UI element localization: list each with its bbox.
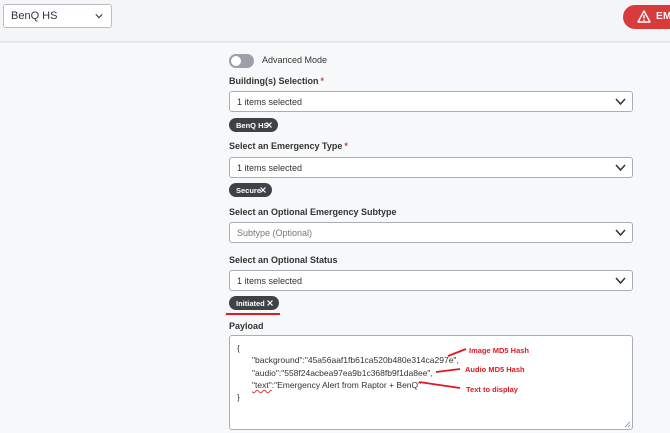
annotation-underline (226, 313, 280, 315)
toggle-knob (231, 56, 241, 66)
warning-triangle-icon (637, 10, 651, 23)
close-icon[interactable] (266, 299, 274, 307)
emergency-type-select[interactable]: 1 items selected (229, 157, 633, 178)
chevron-down-icon (615, 98, 626, 106)
payload-line: { (237, 343, 240, 353)
chevron-down-icon (615, 164, 626, 172)
resize-grip-icon[interactable] (623, 420, 631, 428)
annotation-image-hash: Image MD5 Hash (469, 346, 530, 355)
subtype-select[interactable]: Subtype (Optional) (229, 222, 633, 243)
top-bar: BenQ HS EMI (0, 0, 670, 42)
emergency-button[interactable]: EMI (623, 5, 670, 29)
chip-building: BenQ HS (229, 118, 278, 132)
site-select-value: BenQ HS (11, 10, 58, 22)
payload-textarea[interactable]: { "background":"45a56aaf1fb61ca520b480e3… (229, 335, 633, 430)
buildings-select-value: 1 items selected (237, 97, 303, 107)
site-select[interactable]: BenQ HS (3, 4, 112, 28)
required-mark: * (320, 76, 325, 86)
chevron-down-icon (615, 277, 626, 285)
buildings-select[interactable]: 1 items selected (229, 91, 633, 112)
payload-line: "background":"45a56aaf1fb61ca520b480e314… (252, 355, 459, 365)
chip-emergency-type: Secure (229, 183, 272, 197)
chip-status: Initiated (229, 296, 279, 310)
chevron-down-icon (95, 14, 103, 19)
emergency-type-label-text: Select an Emergency Type (229, 141, 343, 151)
advanced-mode-label: Advanced Mode (262, 55, 328, 65)
emergency-type-select-value: 1 items selected (237, 163, 303, 173)
close-icon[interactable] (265, 121, 273, 129)
chip-building-label: BenQ HS (236, 121, 269, 130)
chip-emergency-type-label: Secure (236, 186, 262, 195)
chevron-down-icon (615, 229, 626, 237)
status-select[interactable]: 1 items selected (229, 270, 633, 291)
payload-label: Payload (229, 321, 264, 331)
status-select-value: 1 items selected (237, 276, 303, 286)
emergency-button-label: EMI (656, 11, 670, 22)
chip-status-label: Initiated (236, 299, 265, 308)
emergency-type-label: Select an Emergency Type * (229, 141, 348, 151)
required-mark: * (344, 141, 348, 151)
payload-text-key: "text" (252, 380, 272, 390)
buildings-label: Building(s) Selection * (229, 76, 324, 86)
payload-text-value: :"Emergency Alert from Raptor + BenQ" (271, 380, 422, 390)
advanced-mode-toggle[interactable] (229, 54, 254, 68)
subtype-select-placeholder: Subtype (Optional) (237, 228, 313, 238)
status-label: Select an Optional Status (229, 255, 338, 265)
payload-line: } (237, 392, 240, 402)
buildings-label-text: Building(s) Selection (229, 76, 319, 86)
annotation-audio-hash: Audio MD5 Hash (465, 365, 525, 374)
annotation-text-display: Text to display (466, 385, 518, 394)
close-icon[interactable] (259, 186, 267, 194)
payload-line: "audio":"558f24acbea97ea9b1c368fb9f1da8e… (252, 368, 433, 378)
subtype-label: Select an Optional Emergency Subtype (229, 207, 397, 217)
payload-line: "text":"Emergency Alert from Raptor + Be… (252, 380, 421, 390)
